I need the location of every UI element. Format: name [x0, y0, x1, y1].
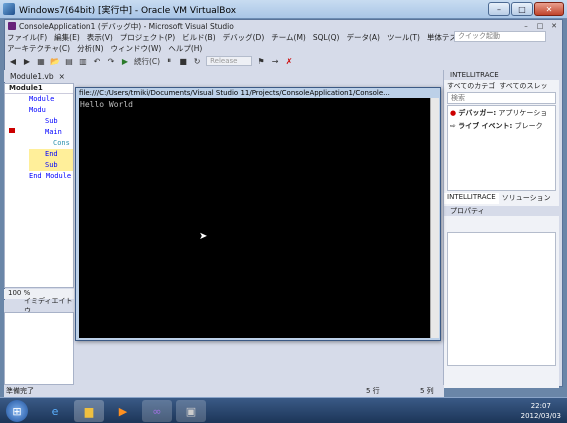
redo-icon[interactable]: ↷ [106, 56, 116, 66]
mouse-cursor-icon: ➤ [199, 231, 208, 242]
panel-tabs: INTELLITRACE ソリューション [444, 193, 559, 204]
menu-help[interactable]: ヘルプ(H) [168, 43, 202, 54]
code-lines: Module Modu Sub Main Cons End Sub End Mo… [5, 94, 73, 182]
tab-intellitrace[interactable]: INTELLITRACE [444, 193, 499, 204]
console-taskbar-icon[interactable]: ▣ [176, 400, 206, 422]
visual-studio-icon [8, 22, 16, 30]
event-item-live[interactable]: ⇨ ライブ イベント: ブレーク [450, 121, 553, 131]
intellitrace-filters: すべてのカテゴ すべてのスレッ [444, 80, 559, 91]
forward-icon[interactable]: ▶ [22, 56, 32, 66]
visual-studio-taskbar-icon[interactable]: ∞ [142, 400, 172, 422]
code-line-3: Cons [53, 139, 70, 147]
code-line-2: Sub Main [45, 117, 62, 136]
menu-tools[interactable]: ツール(T) [387, 32, 420, 43]
event-item-debugger[interactable]: ● デバッガー: アプリケーショ [450, 108, 553, 118]
restart-icon[interactable]: ↻ [192, 56, 202, 66]
code-line-4: End Sub [29, 149, 73, 171]
standard-toolbar: ◀ ▶ ▦ 📂 ▤ ▥ ↶ ↷ ▶ 続行(C) ⏸ ■ ↻ Release ⚑ … [5, 54, 562, 68]
status-bar: 準備完了 5 行 5 列 [4, 385, 444, 397]
minimize-button[interactable]: – [488, 2, 510, 16]
find-icon[interactable]: ⚑ [256, 56, 266, 66]
back-icon[interactable]: ◀ [8, 56, 18, 66]
menu-file[interactable]: ファイル(F) [7, 32, 47, 43]
start-button[interactable]: ⊞ [6, 400, 28, 422]
vs-maximize-button[interactable]: □ [534, 21, 546, 30]
menu-build[interactable]: ビルド(B) [182, 32, 216, 43]
vs-minimize-button[interactable]: – [520, 21, 532, 30]
undo-icon[interactable]: ↶ [92, 56, 102, 66]
virtualbox-icon [3, 3, 15, 15]
stop-icon[interactable]: ■ [178, 56, 188, 66]
console-title-bar: file:///C:/Users/tmiki/Documents/Visual … [76, 88, 440, 98]
step-icon[interactable]: → [270, 56, 280, 66]
close-button[interactable]: ✕ [534, 2, 564, 16]
module-combo[interactable]: Module1 [5, 84, 73, 94]
menu-team[interactable]: チーム(M) [271, 32, 306, 43]
intellitrace-search[interactable]: 検索 [447, 92, 556, 104]
vs-title: ConsoleApplication1 (デバッグ中) - Microsoft … [19, 21, 234, 31]
menu-architecture[interactable]: アーキテクチャ(C) [7, 43, 70, 54]
properties-grid[interactable] [447, 232, 556, 366]
virtualbox-title-bar: Windows7(64bit) [実行中] - Oracle VM Virtua… [0, 0, 567, 19]
menu-window[interactable]: ウィンドウ(W) [111, 43, 162, 54]
editor-tab-label: Module1.vb [10, 71, 54, 81]
system-clock[interactable]: 22:07 2012/03/03 [521, 401, 561, 421]
status-line: 5 行 [366, 387, 380, 395]
menu-analyze[interactable]: 分析(N) [77, 43, 103, 54]
tab-solution[interactable]: ソリューション [499, 193, 554, 204]
thread-filter[interactable]: すべてのスレッ [499, 81, 547, 90]
console-scrollbar[interactable] [430, 98, 439, 338]
save-icon[interactable]: ▤ [64, 56, 74, 66]
menu-debug[interactable]: デバッグ(D) [223, 32, 265, 43]
new-file-icon[interactable]: ▦ [36, 56, 46, 66]
immediate-window[interactable] [4, 312, 74, 385]
editor-tab[interactable]: Module1.vb × [4, 70, 74, 82]
continue-icon[interactable]: ▶ [120, 56, 130, 66]
pause-icon[interactable]: ⏸ [164, 56, 174, 66]
internet-explorer-icon[interactable]: e [40, 400, 70, 422]
menu-bar-row-2: アーキテクチャ(C) 分析(N) ウィンドウ(W) ヘルプ(H) [5, 43, 562, 54]
category-filter[interactable]: すべてのカテゴ [447, 81, 495, 90]
vs-close-button[interactable]: ✕ [548, 21, 560, 30]
console-output: Hello World [79, 98, 430, 338]
windows-taskbar: ⊞ e ▆ ▶ ∞ ▣ 22:07 2012/03/03 [0, 397, 567, 423]
clock-date: 2012/03/03 [520, 412, 561, 420]
menu-data[interactable]: データ(A) [346, 32, 379, 43]
intellitrace-panel: INTELLITRACE すべてのカテゴ すべてのスレッ 検索 ● デバッガー:… [443, 70, 559, 388]
console-window[interactable]: file:///C:/Users/tmiki/Documents/Visual … [75, 87, 441, 341]
menu-project[interactable]: プロジェクト(P) [120, 32, 175, 43]
code-editor[interactable]: Module1 Module Modu Sub Main Cons End Su… [4, 83, 74, 288]
media-player-icon[interactable]: ▶ [108, 400, 138, 422]
immediate-window-tab[interactable]: イミディエイト ウ [4, 297, 74, 315]
menu-sql[interactable]: SQL(Q) [313, 33, 340, 42]
clock-time: 22:07 [530, 402, 551, 410]
exception-icon[interactable]: ✗ [284, 56, 294, 66]
continue-button[interactable]: 続行(C) [134, 56, 160, 67]
console-title: file:///C:/Users/tmiki/Documents/Visual … [79, 89, 390, 97]
status-column: 5 列 [420, 387, 434, 395]
menu-view[interactable]: 表示(V) [87, 32, 113, 43]
intellitrace-header: INTELLITRACE [444, 70, 559, 80]
save-all-icon[interactable]: ▥ [78, 56, 88, 66]
code-line-5: End Module [29, 172, 72, 180]
explorer-icon[interactable]: ▆ [74, 400, 104, 422]
open-icon[interactable]: 📂 [50, 56, 60, 66]
breakpoint-icon[interactable] [9, 128, 15, 133]
menu-edit[interactable]: 編集(E) [54, 32, 80, 43]
properties-header: プロパティ [444, 206, 559, 216]
tab-close-icon[interactable]: × [59, 72, 65, 81]
code-line-1: Module Modu [29, 95, 55, 114]
maximize-button[interactable]: □ [511, 2, 533, 16]
quick-launch-input[interactable]: クイック起動 [454, 31, 546, 42]
status-ready: 準備完了 [6, 387, 34, 395]
intellitrace-event-list: ● デバッガー: アプリケーショ ⇨ ライブ イベント: ブレーク [447, 105, 556, 191]
virtualbox-title: Windows7(64bit) [実行中] - Oracle VM Virtua… [19, 5, 237, 16]
configuration-select[interactable]: Release [206, 56, 253, 66]
